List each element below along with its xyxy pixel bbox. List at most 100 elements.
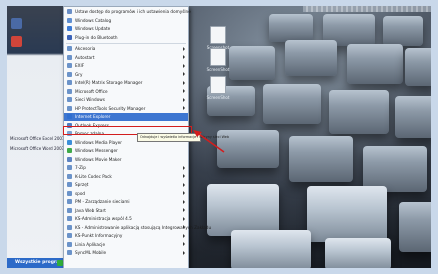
movie-maker-icon bbox=[67, 156, 72, 162]
menu-item-label: Java Web Start bbox=[75, 207, 106, 213]
all-programs-button[interactable]: Wszystkie programy bbox=[7, 258, 67, 268]
menu-item-label: Sprzęt bbox=[75, 182, 89, 187]
menu-item-label: Linia Aplikacje bbox=[75, 241, 106, 247]
document-icon bbox=[210, 48, 226, 66]
folder-icon bbox=[67, 250, 72, 256]
menu-item-label: Sieci Windows bbox=[75, 97, 105, 102]
submenu-arrow-icon bbox=[183, 233, 185, 238]
desktop-cube bbox=[229, 46, 275, 80]
menu-item-label: spod bbox=[75, 190, 86, 196]
menu-item-label: Ustaw dostęp do programów i ich ustawien… bbox=[75, 9, 191, 14]
menu-item-label: Gry bbox=[75, 71, 83, 77]
menu-item[interactable]: Java Web Start bbox=[64, 207, 188, 215]
submenu-arrow-icon bbox=[183, 89, 185, 94]
folder-icon bbox=[67, 88, 72, 94]
menu-item-label: PM - Zarządzanie sieciami bbox=[75, 199, 130, 204]
desktop-cube bbox=[399, 202, 431, 252]
submenu-arrow-icon bbox=[183, 55, 185, 60]
folder-icon bbox=[67, 105, 72, 111]
submenu-arrow-icon bbox=[183, 225, 185, 230]
folder-icon bbox=[67, 190, 72, 196]
menu-item-label: Windows Media Player bbox=[75, 139, 122, 145]
pinned-app-icon[interactable] bbox=[11, 18, 22, 29]
menu-item[interactable]: 7-Zip bbox=[64, 164, 188, 172]
desktop-cube bbox=[307, 186, 387, 242]
menu-item-label: 7-Zip bbox=[75, 165, 86, 170]
recent-program-label[interactable]: Microsoft Office Word 2007 bbox=[10, 146, 64, 151]
menu-item[interactable]: spod bbox=[64, 190, 188, 198]
folder-icon bbox=[67, 97, 72, 103]
menu-item[interactable]: PM - Zarządzanie sieciami bbox=[64, 198, 188, 206]
menu-item[interactable]: KS - Administrowanie aplikacją stosującą… bbox=[64, 224, 211, 232]
messenger-icon bbox=[67, 148, 72, 154]
folder-icon bbox=[67, 199, 72, 205]
submenu-arrow-icon bbox=[183, 242, 185, 247]
desktop-cube bbox=[207, 184, 279, 236]
folder-icon bbox=[67, 216, 72, 222]
menu-item-label: K-Lite Codec Pack bbox=[75, 173, 112, 179]
menu-item[interactable]: Akcesoria bbox=[64, 45, 188, 53]
menu-item[interactable]: Windows Messenger bbox=[64, 147, 188, 155]
desktop-icon-label: ScreenShot bbox=[206, 67, 230, 72]
folder-icon bbox=[67, 173, 72, 179]
folder-icon bbox=[67, 54, 72, 60]
submenu-arrow-icon bbox=[183, 216, 185, 221]
desktop-cube bbox=[231, 230, 311, 268]
menu-item-label: Windows Catalog bbox=[75, 17, 112, 23]
menu-item[interactable]: Windows Update bbox=[64, 25, 188, 33]
menu-item[interactable]: HP ProtectTools Security Manager bbox=[64, 105, 188, 113]
menu-item-label: Autostart bbox=[75, 54, 95, 60]
menu-item[interactable]: SyncML Mobile bbox=[64, 249, 188, 257]
document-icon bbox=[210, 26, 226, 44]
menu-item[interactable]: Autostart bbox=[64, 54, 188, 62]
desktop-screen: Screenshot ScreenShot ScreenShot Microso… bbox=[7, 6, 431, 268]
windows-update-icon bbox=[67, 26, 72, 32]
menu-item[interactable]: K-Lite Codec Pack bbox=[64, 173, 188, 181]
document-icon bbox=[210, 76, 226, 94]
menu-item-label: Intel(R) Matrix Storage Manager bbox=[75, 80, 143, 85]
desktop-cube bbox=[285, 40, 337, 76]
menu-item-label: KS-Administracja wspól 4.5 bbox=[75, 216, 132, 221]
submenu-arrow-icon bbox=[183, 72, 185, 77]
submenu-arrow-icon bbox=[183, 182, 185, 187]
folder-icon bbox=[67, 182, 72, 188]
folder-icon bbox=[67, 63, 72, 69]
menu-item[interactable]: Intel(R) Matrix Storage Manager bbox=[64, 79, 188, 87]
desktop-cube bbox=[325, 238, 391, 268]
folder-icon bbox=[67, 165, 72, 171]
pinned-app-icon[interactable] bbox=[11, 36, 22, 47]
photo-frame: Screenshot ScreenShot ScreenShot Microso… bbox=[0, 0, 438, 274]
menu-item[interactable]: KS-Punkt Informacyjny bbox=[64, 232, 188, 240]
menu-item[interactable]: Microsoft Office bbox=[64, 88, 188, 96]
submenu-arrow-icon bbox=[183, 106, 185, 111]
menu-item[interactable]: Linia Aplikacje bbox=[64, 241, 188, 249]
menu-item-label: EXIF bbox=[75, 63, 85, 68]
folder-icon bbox=[67, 233, 72, 239]
desktop-file-icon[interactable]: ScreenShot bbox=[201, 76, 235, 100]
menu-item[interactable]: Ustaw dostęp do programów i ich ustawien… bbox=[64, 8, 191, 16]
red-pointer-arrow-icon bbox=[193, 130, 225, 153]
desktop-file-icon[interactable]: ScreenShot bbox=[201, 48, 235, 72]
folder-icon bbox=[67, 80, 72, 86]
desktop-cube bbox=[405, 48, 431, 86]
menu-separator bbox=[66, 43, 186, 44]
menu-item[interactable]: Sprzęt bbox=[64, 181, 188, 189]
desktop-cube bbox=[347, 44, 403, 84]
menu-item[interactable]: Windows Catalog bbox=[64, 17, 188, 25]
menu-item-label: Windows Update bbox=[75, 26, 111, 31]
media-player-icon bbox=[67, 139, 72, 145]
menu-item[interactable]: KS-Administracja wspól 4.5 bbox=[64, 215, 188, 223]
desktop-cube bbox=[289, 136, 353, 182]
desktop-icon-label: ScreenShot bbox=[206, 95, 230, 100]
submenu-arrow-icon bbox=[183, 97, 185, 102]
recent-program-label[interactable]: Microsoft Office Excel 2007 bbox=[10, 136, 64, 141]
menu-item[interactable]: Internet Explorer bbox=[64, 113, 188, 122]
desktop-cube bbox=[329, 90, 389, 134]
menu-item[interactable]: EXIF bbox=[64, 62, 188, 70]
desktop-file-icon[interactable]: Screenshot bbox=[201, 26, 235, 50]
menu-item[interactable]: Gry bbox=[64, 71, 188, 79]
menu-item[interactable]: Windows Movie Maker bbox=[64, 156, 188, 164]
desktop-cube bbox=[383, 16, 423, 46]
menu-item[interactable]: Sieci Windows bbox=[64, 96, 188, 104]
menu-item[interactable]: Plug-in do Bluetooth bbox=[64, 34, 188, 42]
